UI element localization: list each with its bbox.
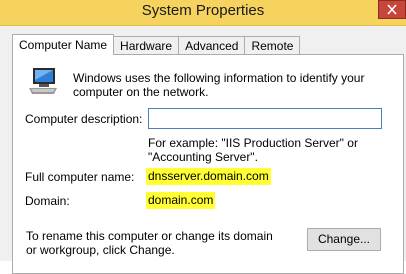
description-example: For example: "IIS Production Server" or … — [148, 136, 358, 164]
domain-label: Domain: — [25, 194, 70, 208]
tab-advanced[interactable]: Advanced — [178, 36, 246, 55]
computer-description-input[interactable] — [148, 108, 382, 129]
computer-icon — [29, 68, 57, 94]
close-icon — [387, 4, 397, 15]
tab-hardware[interactable]: Hardware — [113, 36, 180, 55]
tab-strip: Computer Name Hardware Advanced Remote — [12, 34, 301, 55]
intro-text: Windows uses the following information t… — [73, 71, 365, 99]
tab-remote[interactable]: Remote — [244, 36, 301, 55]
full-computer-name-label: Full computer name: — [25, 170, 135, 184]
domain-value: domain.com — [146, 192, 216, 209]
computer-description-label: Computer description: — [25, 112, 143, 126]
title-bar: System Properties — [0, 0, 406, 26]
close-button[interactable] — [378, 0, 406, 19]
rename-instructions: To rename this computer or change its do… — [26, 229, 273, 257]
tab-computer-name[interactable]: Computer Name — [12, 34, 115, 55]
change-button[interactable]: Change... — [307, 228, 381, 251]
full-computer-name-value: dnsserver.domain.com — [146, 168, 271, 185]
window-title: System Properties — [141, 2, 265, 19]
